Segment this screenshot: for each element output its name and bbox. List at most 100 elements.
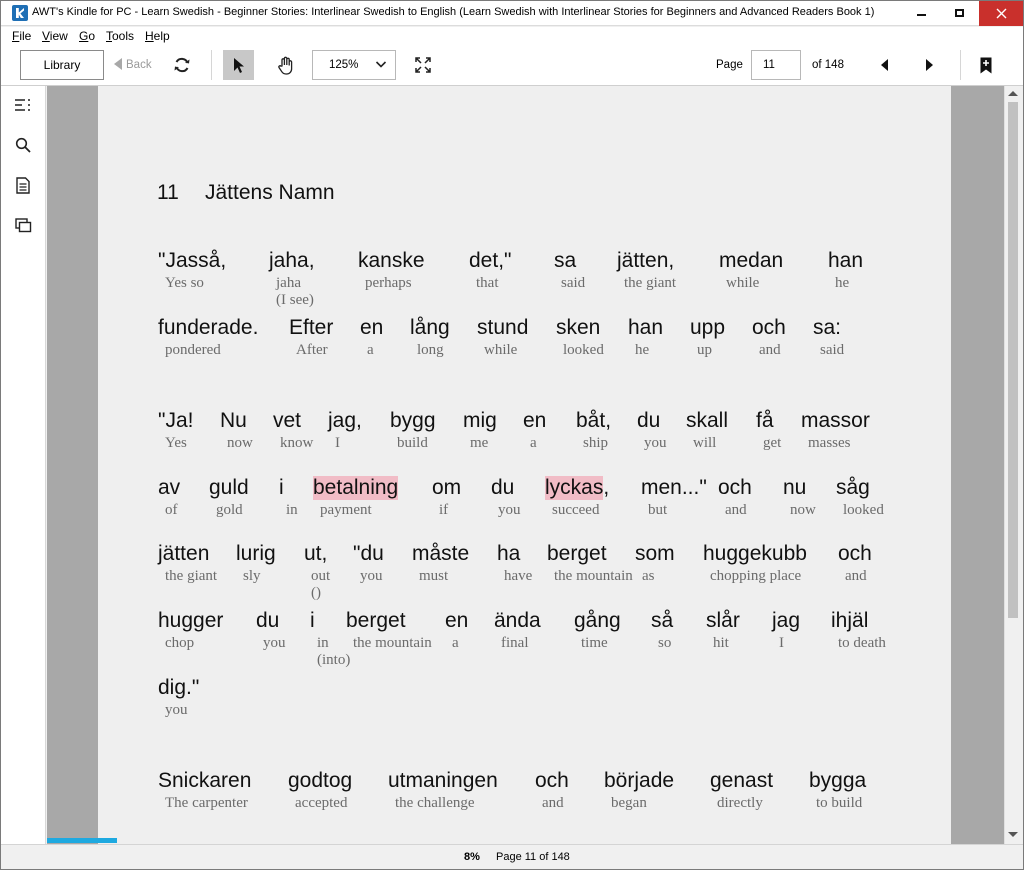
interlinear-word[interactable]: "Jasså, Yes so <box>157 249 227 292</box>
swedish-word[interactable]: och <box>717 476 753 500</box>
swedish-word[interactable]: sken <box>555 316 601 340</box>
interlinear-word[interactable]: ha have <box>496 542 532 585</box>
swedish-word[interactable]: ihjäl <box>830 609 869 633</box>
swedish-word[interactable]: och <box>534 769 570 793</box>
interlinear-word[interactable]: huggekubb chopping place <box>702 542 808 585</box>
interlinear-word[interactable]: kanske perhaps <box>357 249 426 292</box>
swedish-word[interactable]: jag <box>771 609 801 633</box>
interlinear-word[interactable]: sa said <box>553 249 585 292</box>
swedish-word[interactable]: gång <box>573 609 622 633</box>
interlinear-word[interactable]: han he <box>627 316 664 359</box>
swedish-word[interactable]: guld <box>208 476 250 500</box>
interlinear-word[interactable]: båt, ship <box>575 409 612 452</box>
interlinear-word[interactable]: såg looked <box>835 476 884 519</box>
interlinear-word[interactable]: berget the mountain <box>345 609 432 652</box>
interlinear-word[interactable]: och and <box>717 476 753 519</box>
interlinear-word[interactable]: massor masses <box>800 409 871 452</box>
swedish-word[interactable]: kanske <box>357 249 426 273</box>
swedish-word[interactable]: dig." <box>157 676 200 700</box>
swedish-word[interactable]: du <box>255 609 280 633</box>
interlinear-word[interactable]: om if <box>431 476 462 519</box>
interlinear-word[interactable]: du you <box>490 476 521 519</box>
interlinear-word[interactable]: och and <box>534 769 570 812</box>
notes-icon[interactable] <box>13 175 33 195</box>
swedish-word[interactable]: ända <box>493 609 542 633</box>
swedish-word[interactable]: en <box>522 409 547 433</box>
interlinear-word[interactable]: jätten, the giant <box>616 249 676 292</box>
interlinear-word[interactable]: nu now <box>782 476 816 519</box>
swedish-word[interactable]: lyckas, <box>544 476 610 500</box>
interlinear-word[interactable]: och and <box>751 316 787 359</box>
swedish-word[interactable]: sa: <box>812 316 842 340</box>
library-button[interactable]: Library <box>20 50 104 80</box>
interlinear-word[interactable]: bygg build <box>389 409 437 452</box>
interlinear-word[interactable]: måste must <box>411 542 470 585</box>
interlinear-word[interactable]: utmaningen the challenge <box>387 769 499 812</box>
interlinear-word[interactable]: jaha, jaha (I see) <box>268 249 316 309</box>
swedish-word[interactable]: massor <box>800 409 871 433</box>
interlinear-word[interactable]: bygga to build <box>808 769 867 812</box>
swedish-word[interactable]: genast <box>709 769 774 793</box>
highlighted-word[interactable]: lyckas <box>545 476 604 500</box>
swedish-word[interactable]: stund <box>476 316 529 340</box>
interlinear-word[interactable]: genast directly <box>709 769 774 812</box>
swedish-word[interactable]: skall <box>685 409 729 433</box>
menu-view[interactable]: View <box>42 29 68 43</box>
swedish-word[interactable]: jätten, <box>616 249 675 273</box>
swedish-word[interactable]: ut, <box>303 542 328 566</box>
swedish-word[interactable]: men..." <box>640 476 708 500</box>
swedish-word[interactable]: berget <box>546 542 608 566</box>
interlinear-word[interactable]: en a <box>444 609 469 652</box>
scroll-up-arrow-icon[interactable] <box>1008 91 1018 96</box>
interlinear-word[interactable]: lurig sly <box>235 542 277 585</box>
swedish-word[interactable]: Nu <box>219 409 248 433</box>
swedish-word[interactable]: "Ja! <box>157 409 194 433</box>
swedish-word[interactable]: det," <box>468 249 512 273</box>
swedish-word[interactable]: bygg <box>389 409 437 433</box>
menu-file[interactable]: File <box>12 29 31 43</box>
swedish-word[interactable]: han <box>827 249 864 273</box>
interlinear-word[interactable]: av of <box>157 476 181 519</box>
interlinear-word[interactable]: vet know <box>272 409 313 452</box>
sync-icon[interactable] <box>172 55 192 75</box>
swedish-word[interactable]: nu <box>782 476 807 500</box>
swedish-word[interactable]: som <box>634 542 676 566</box>
flashcards-icon[interactable] <box>13 215 33 235</box>
select-cursor-icon[interactable] <box>223 50 254 80</box>
swedish-word[interactable]: Efter <box>288 316 334 340</box>
swedish-word[interactable]: vet <box>272 409 302 433</box>
swedish-word[interactable]: måste <box>411 542 470 566</box>
swedish-word[interactable]: få <box>755 409 775 433</box>
interlinear-word[interactable]: lyckas, succeed <box>544 476 610 519</box>
swedish-word[interactable]: berget <box>345 609 407 633</box>
interlinear-word[interactable]: berget the mountain <box>546 542 633 585</box>
interlinear-word[interactable]: en a <box>522 409 547 452</box>
swedish-word[interactable]: bygga <box>808 769 867 793</box>
interlinear-word[interactable]: godtog accepted <box>287 769 353 812</box>
interlinear-word[interactable]: betalning payment <box>312 476 399 519</box>
interlinear-word[interactable]: ut, out () <box>303 542 330 602</box>
menu-tools[interactable]: Tools <box>106 29 134 43</box>
interlinear-word[interactable]: i in <box>278 476 298 519</box>
interlinear-word[interactable]: sken looked <box>555 316 604 359</box>
interlinear-word[interactable]: du you <box>255 609 286 652</box>
swedish-word[interactable]: lurig <box>235 542 277 566</box>
interlinear-word[interactable]: ända final <box>493 609 542 652</box>
swedish-word[interactable]: i <box>278 476 285 500</box>
interlinear-word[interactable]: "Ja! Yes <box>157 409 194 452</box>
menu-go[interactable]: Go <box>79 29 95 43</box>
swedish-word[interactable]: mig <box>462 409 498 433</box>
next-page-icon[interactable] <box>920 55 940 75</box>
swedish-word[interactable]: om <box>431 476 462 500</box>
interlinear-word[interactable]: dig." you <box>157 676 200 719</box>
vertical-scrollbar[interactable] <box>1004 86 1020 844</box>
bookmark-add-icon[interactable] <box>976 55 996 75</box>
interlinear-word[interactable]: jätten the giant <box>157 542 217 585</box>
interlinear-word[interactable]: du you <box>636 409 667 452</box>
swedish-word[interactable]: en <box>444 609 469 633</box>
scroll-down-arrow-icon[interactable] <box>1008 832 1018 837</box>
swedish-word[interactable]: utmaningen <box>387 769 499 793</box>
swedish-word[interactable]: godtog <box>287 769 353 793</box>
menu-help[interactable]: Help <box>145 29 170 43</box>
search-icon[interactable] <box>13 135 33 155</box>
